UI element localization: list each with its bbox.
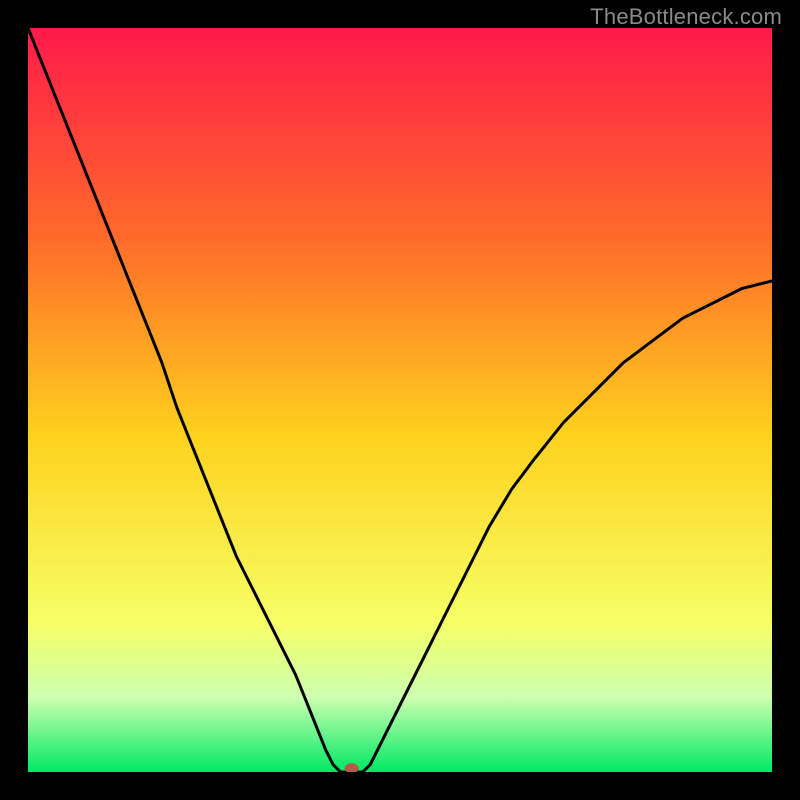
watermark-text: TheBottleneck.com: [590, 4, 782, 30]
app-frame: TheBottleneck.com: [0, 0, 800, 800]
bottleneck-chart: [28, 28, 772, 772]
chart-background: [28, 28, 772, 772]
chart-svg: [28, 28, 772, 772]
